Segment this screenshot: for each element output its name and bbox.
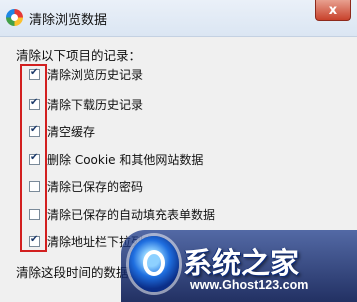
checkbox-browsing-history[interactable]: [29, 67, 40, 80]
watermark-logo-icon: [129, 236, 179, 292]
close-button[interactable]: x: [315, 0, 351, 21]
checkbox-delete-cookies[interactable]: [29, 152, 40, 165]
checkbox-address-bar-dropdown[interactable]: [29, 234, 40, 247]
option-clear-download-history[interactable]: 清除下载历史记录: [29, 96, 143, 112]
watermark-url: www.Ghost123.com: [190, 278, 309, 292]
clear-browsing-data-dialog: 清除浏览数据 x 清除以下项目的记录： 清除浏览历史记录 清除下载历史记录 清空…: [0, 0, 357, 302]
watermark-text: 系统之家: [183, 246, 300, 280]
option-clear-browsing-history[interactable]: 清除浏览历史记录: [29, 66, 143, 82]
browser-logo-icon: [6, 9, 23, 26]
option-empty-cache[interactable]: 清空缓存: [29, 123, 95, 139]
option-label: 清除浏览历史记录: [47, 67, 144, 82]
option-clear-autofill-data[interactable]: 清除已保存的自动填充表单数据: [29, 206, 215, 222]
option-label: 删除 Cookie 和其他网站数据: [47, 152, 204, 167]
section-label: 清除以下项目的记录：: [16, 48, 142, 63]
option-label: 清空缓存: [47, 124, 96, 139]
option-delete-cookies[interactable]: 删除 Cookie 和其他网站数据: [29, 151, 203, 167]
option-label: 清除已保存的密码: [47, 179, 144, 194]
title-bar: 清除浏览数据 x: [0, 0, 357, 37]
option-label: 清除下载历史记录: [47, 97, 144, 112]
option-clear-saved-passwords[interactable]: 清除已保存的密码: [29, 178, 143, 194]
checkbox-saved-passwords[interactable]: [29, 180, 40, 192]
option-label: 清除已保存的自动填充表单数据: [47, 207, 216, 222]
checkbox-autofill-data[interactable]: [29, 208, 40, 220]
checkbox-download-history[interactable]: [29, 97, 40, 110]
dialog-title: 清除浏览数据: [29, 13, 108, 28]
checkbox-empty-cache[interactable]: [29, 124, 40, 137]
